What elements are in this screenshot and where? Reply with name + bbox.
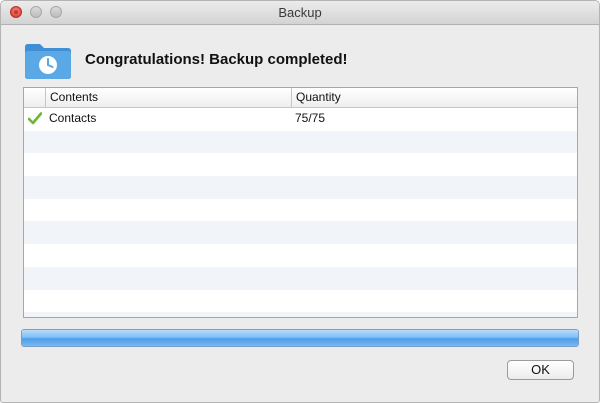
title-bar[interactable]: Backup <box>1 1 599 25</box>
folder-clock-icon <box>25 44 71 79</box>
checkmark-icon <box>28 112 42 125</box>
status-column-header[interactable] <box>24 88 45 107</box>
table-row-empty <box>24 153 577 177</box>
window-title: Backup <box>278 5 322 20</box>
table-rows: Contacts 75/75 <box>24 108 577 317</box>
ok-button[interactable]: OK <box>507 360 574 380</box>
table-row-empty <box>24 176 577 199</box>
table-row-empty <box>24 266 577 290</box>
completion-message: Congratulations! Backup completed! <box>85 51 348 68</box>
row-contents: Contacts <box>49 111 97 125</box>
backup-contents-table: Contents Quantity Contacts 75/75 <box>23 87 578 318</box>
table-row-empty <box>24 289 577 313</box>
table-row-empty <box>24 130 577 154</box>
backup-progress-bar <box>21 329 579 347</box>
progress-fill <box>22 330 578 346</box>
quantity-column-header[interactable]: Quantity <box>291 88 577 107</box>
table-row-empty <box>24 198 577 222</box>
backup-window: Backup Congratulations! Backup completed… <box>0 0 600 403</box>
table-row-empty <box>24 244 577 267</box>
table-row-empty <box>24 221 577 245</box>
table-row[interactable]: Contacts 75/75 <box>24 108 577 131</box>
table-row-empty <box>24 312 577 317</box>
contents-column-header[interactable]: Contents <box>45 88 291 107</box>
row-quantity: 75/75 <box>295 111 326 125</box>
table-header: Contents Quantity <box>24 88 577 108</box>
